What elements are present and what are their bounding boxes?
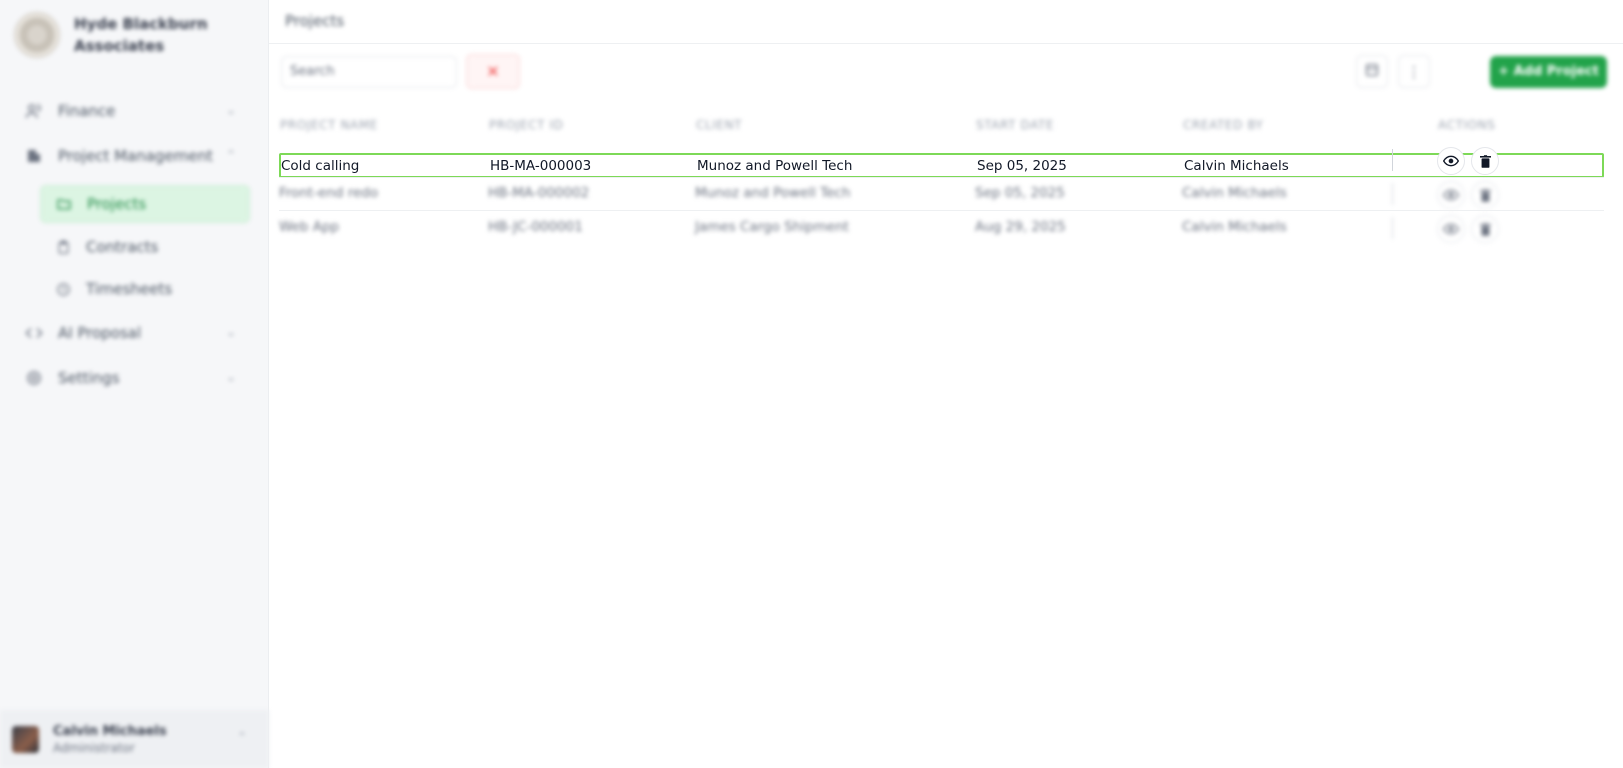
table-row[interactable]: Cold calling HB-MA-000003 Munoz and Powe… — [279, 153, 1604, 178]
more-vertical-icon: ⋮ — [1406, 62, 1422, 81]
view-button[interactable] — [1437, 181, 1465, 209]
cell-project-name: Web App — [279, 219, 340, 235]
sidebar-item-project-management[interactable]: Project Management ⌃ — [24, 141, 246, 171]
org-header[interactable]: Hyde Blackburn Associates — [14, 12, 224, 58]
view-button[interactable] — [1437, 215, 1465, 243]
eye-icon — [1443, 189, 1459, 201]
user-role: Administrator — [53, 740, 135, 755]
column-header-client[interactable]: CLIENT — [696, 118, 742, 132]
avatar — [12, 725, 39, 753]
user-profile[interactable]: Calvin Michaels Administrator ⌃ — [0, 710, 269, 768]
page-title: Projects — [285, 12, 345, 30]
sidebar-item-label: Project Management — [58, 147, 213, 165]
clear-filter-button[interactable]: ✕ — [466, 54, 520, 89]
divider — [279, 177, 1604, 178]
sidebar-item-label: Projects — [87, 195, 147, 213]
cell-project-name: Front-end redo — [279, 185, 379, 201]
table-row[interactable]: Front-end redo HB-MA-000002 Munoz and Po… — [279, 181, 1604, 207]
add-project-button[interactable]: + Add Project — [1490, 56, 1607, 88]
sidebar-item-label: Timesheets — [86, 280, 173, 298]
view-button[interactable] — [1437, 147, 1465, 175]
sidebar-item-finance[interactable]: Finance ⌄ — [24, 96, 246, 126]
sidebar-item-label: AI Proposal — [58, 324, 142, 342]
cell-start-date: Sep 05, 2025 — [975, 185, 1065, 201]
delete-button[interactable] — [1471, 147, 1499, 175]
trash-icon — [1479, 154, 1491, 168]
chevron-down-icon: ⌄ — [225, 325, 236, 339]
org-name: Hyde Blackburn Associates — [74, 15, 208, 55]
folder-icon — [55, 195, 73, 213]
chevron-down-icon: ⌄ — [225, 103, 236, 117]
clock-icon — [54, 280, 72, 298]
code-icon — [24, 323, 44, 343]
table-row[interactable]: Web App HB-JC-000001 James Cargo Shipmen… — [279, 215, 1604, 241]
divider — [1392, 149, 1393, 171]
cell-created-by: Calvin Michaels — [1182, 185, 1287, 201]
more-options-button[interactable]: ⋮ — [1398, 55, 1430, 88]
search-input[interactable]: Search — [281, 56, 457, 88]
chevron-up-icon: ⌃ — [236, 730, 247, 744]
trash-icon — [1479, 222, 1491, 236]
chevron-down-icon: ⌄ — [225, 370, 236, 384]
cell-created-by: Calvin Michaels — [1182, 219, 1287, 235]
cell-project-id: HB-MA-000003 — [490, 158, 592, 174]
cell-client: James Cargo Shipment — [695, 219, 849, 235]
gear-icon — [24, 368, 44, 388]
cell-start-date: Sep 05, 2025 — [977, 158, 1067, 174]
main-content: Projects Search ✕ ⋮ + Add Project PROJEC… — [269, 0, 1623, 768]
sidebar-item-ai-proposal[interactable]: AI Proposal ⌄ — [24, 318, 246, 348]
column-header-start-date[interactable]: START DATE — [976, 118, 1054, 132]
sidebar: Hyde Blackburn Associates Finance ⌄ Proj… — [0, 0, 269, 768]
users-icon — [24, 101, 44, 121]
columns-icon — [1364, 62, 1380, 82]
delete-button[interactable] — [1471, 181, 1499, 209]
column-header-project-id[interactable]: PROJECT ID — [489, 118, 563, 132]
divider — [1392, 217, 1393, 239]
column-toggle-button[interactable] — [1356, 55, 1388, 88]
column-header-created-by[interactable]: CREATED BY — [1183, 118, 1263, 132]
column-header-actions: ACTIONS — [1438, 118, 1496, 132]
delete-button[interactable] — [1471, 215, 1499, 243]
clipboard-icon — [54, 238, 72, 256]
cell-client: Munoz and Powell Tech — [695, 185, 851, 201]
cell-project-name: Cold calling — [281, 158, 360, 174]
column-header-project-name[interactable]: PROJECT NAME — [280, 118, 378, 132]
sidebar-item-settings[interactable]: Settings ⌄ — [24, 363, 246, 393]
eye-icon — [1443, 155, 1459, 167]
divider — [269, 43, 1623, 44]
sidebar-item-label: Finance — [58, 102, 116, 120]
sidebar-item-projects[interactable]: Projects — [40, 185, 250, 223]
trash-icon — [1479, 188, 1491, 202]
divider — [1392, 183, 1393, 205]
org-logo — [14, 12, 60, 58]
sidebar-item-contracts[interactable]: Contracts — [40, 228, 250, 266]
sidebar-item-label: Settings — [58, 369, 120, 387]
cell-created-by: Calvin Michaels — [1184, 158, 1289, 174]
cell-client: Munoz and Powell Tech — [697, 158, 853, 174]
user-name: Calvin Michaels — [53, 723, 167, 739]
building-icon — [24, 146, 44, 166]
cell-project-id: HB-MA-000002 — [488, 185, 590, 201]
cell-start-date: Aug 29, 2025 — [975, 219, 1066, 235]
sidebar-item-timesheets[interactable]: Timesheets — [40, 270, 250, 308]
chevron-up-icon: ⌃ — [225, 148, 236, 162]
sidebar-item-label: Contracts — [86, 238, 159, 256]
cell-project-id: HB-JC-000001 — [488, 219, 583, 235]
divider — [279, 210, 1604, 211]
eye-icon — [1443, 223, 1459, 235]
